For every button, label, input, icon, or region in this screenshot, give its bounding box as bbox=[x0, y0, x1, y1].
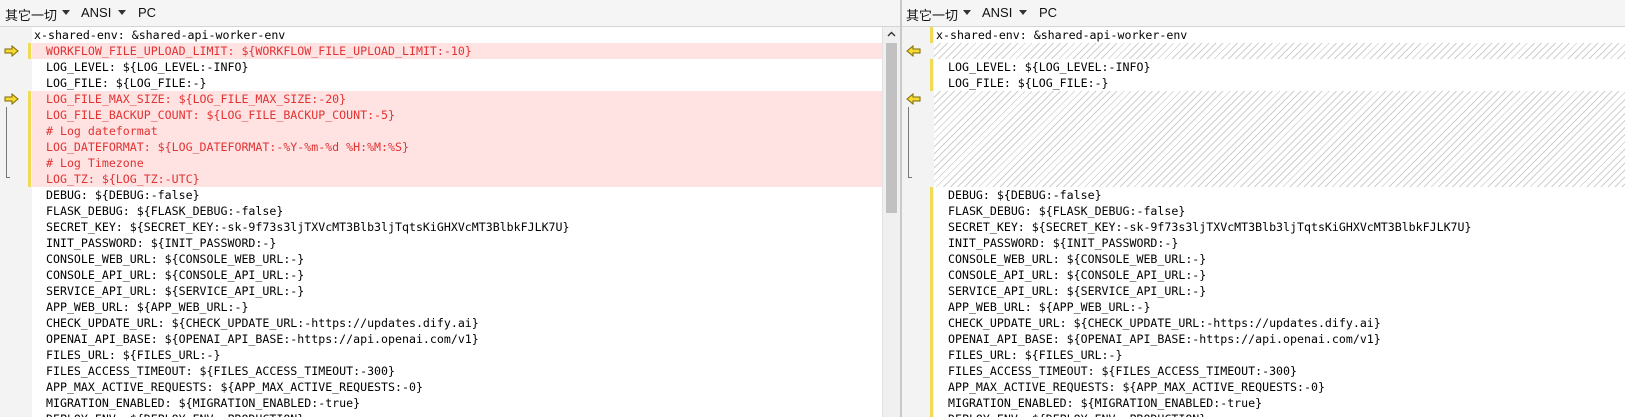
diff-block-marker bbox=[908, 177, 912, 178]
left-code-view[interactable]: x-shared-env: &shared-api-worker-env WORK… bbox=[32, 27, 883, 417]
code-line: DEPLOY_ENV: ${DEPLOY_ENV:-PRODUCTION} bbox=[32, 411, 883, 417]
code-line: LOG_FILE: ${LOG_FILE:-} bbox=[46, 76, 207, 90]
code-line: LOG_LEVEL: ${LOG_LEVEL:-INFO} bbox=[46, 60, 249, 74]
code-line: FILES_ACCESS_TIMEOUT: ${FILES_ACCESS_TIM… bbox=[948, 364, 1298, 378]
code-line: SECRET_KEY: ${SECRET_KEY:-sk-9f73s3ljTXV… bbox=[46, 220, 570, 234]
code-line-changed: WORKFLOW_FILE_UPLOAD_LIMIT: ${WORKFLOW_F… bbox=[32, 43, 883, 59]
code-line: OPENAI_API_BASE: ${OPENAI_API_BASE:-http… bbox=[948, 332, 1381, 346]
right-encoding-menu[interactable]: 其它一切 bbox=[906, 5, 958, 24]
code-line-header: x-shared-env: &shared-api-worker-env bbox=[936, 28, 1188, 42]
change-bar bbox=[930, 27, 933, 43]
code-line: INIT_PASSWORD: ${INIT_PASSWORD:-} bbox=[46, 236, 277, 250]
code-line-changed: # Log Timezone bbox=[32, 155, 883, 171]
left-charset-menu[interactable]: ANSI bbox=[81, 5, 111, 20]
code-line: DEBUG: ${DEBUG:-false} bbox=[46, 188, 200, 202]
code-line: DEBUG: ${DEBUG:-false} bbox=[948, 188, 1102, 202]
code-line: APP_MAX_ACTIVE_REQUESTS: ${APP_MAX_ACTIV… bbox=[46, 380, 423, 394]
diff-arrow-left-icon[interactable] bbox=[906, 93, 921, 105]
chevron-down-icon[interactable] bbox=[1019, 10, 1027, 15]
code-line: SERVICE_API_URL: ${SERVICE_API_URL:-} bbox=[948, 284, 1207, 298]
code-line: CHECK_UPDATE_URL: ${CHECK_UPDATE_URL:-ht… bbox=[948, 316, 1381, 330]
code-line: CONSOLE_WEB_URL: ${CONSOLE_WEB_URL:-} bbox=[46, 252, 305, 266]
change-bar bbox=[28, 43, 31, 59]
scroll-up-icon[interactable] bbox=[887, 30, 896, 39]
code-line: APP_WEB_URL: ${APP_WEB_URL:-} bbox=[46, 300, 249, 314]
code-line: MIGRATION_ENABLED: ${MIGRATION_ENABLED:-… bbox=[46, 396, 361, 410]
left-gutter bbox=[0, 27, 32, 417]
code-line: APP_MAX_ACTIVE_REQUESTS: ${APP_MAX_ACTIV… bbox=[948, 380, 1325, 394]
right-line-endings-label[interactable]: PC bbox=[1039, 5, 1057, 20]
diff-block-marker bbox=[6, 177, 10, 178]
diff-block-marker bbox=[6, 107, 7, 177]
left-toolbar: 其它一切 ANSI PC bbox=[0, 0, 900, 27]
right-toolbar: 其它一切 ANSI PC bbox=[902, 0, 1625, 27]
code-line: CHECK_UPDATE_URL: ${CHECK_UPDATE_URL:-ht… bbox=[46, 316, 479, 330]
right-code-view[interactable]: x-shared-env: &shared-api-worker-env LOG_… bbox=[934, 27, 1625, 417]
left-encoding-menu[interactable]: 其它一切 bbox=[5, 5, 57, 24]
code-line: SECRET_KEY: ${SECRET_KEY:-sk-9f73s3ljTXV… bbox=[948, 220, 1472, 234]
code-line: MIGRATION_ENABLED: ${MIGRATION_ENABLED:-… bbox=[948, 396, 1263, 410]
code-line: FILES_ACCESS_TIMEOUT: ${FILES_ACCESS_TIM… bbox=[46, 364, 396, 378]
diff-arrow-left-icon[interactable] bbox=[906, 45, 921, 57]
code-line: SERVICE_API_URL: ${SERVICE_API_URL:-} bbox=[46, 284, 305, 298]
code-line: LOG_LEVEL: ${LOG_LEVEL:-INFO} bbox=[948, 60, 1151, 74]
code-line: FILES_URL: ${FILES_URL:-} bbox=[46, 348, 221, 362]
left-line-endings-label[interactable]: PC bbox=[138, 5, 156, 20]
code-line: CONSOLE_WEB_URL: ${CONSOLE_WEB_URL:-} bbox=[948, 252, 1207, 266]
code-line-changed: LOG_FILE_BACKUP_COUNT: ${LOG_FILE_BACKUP… bbox=[32, 107, 883, 123]
change-bar bbox=[930, 187, 933, 417]
change-bar bbox=[930, 59, 933, 91]
code-line: CONSOLE_API_URL: ${CONSOLE_API_URL:-} bbox=[46, 268, 305, 282]
code-line: DEPLOY_ENV: ${DEPLOY_ENV:-PRODUCTION} bbox=[934, 411, 1625, 417]
code-line-changed: LOG_FILE_MAX_SIZE: ${LOG_FILE_MAX_SIZE:-… bbox=[32, 91, 883, 107]
diff-arrow-right-icon[interactable] bbox=[4, 45, 19, 57]
left-file-pane: 其它一切 ANSI PC x-shared-env: &shared-api-w… bbox=[0, 0, 900, 417]
diff-gap-hatch bbox=[934, 91, 1625, 187]
code-line: CONSOLE_API_URL: ${CONSOLE_API_URL:-} bbox=[948, 268, 1207, 282]
diff-block-marker bbox=[908, 107, 909, 177]
code-line: LOG_FILE: ${LOG_FILE:-} bbox=[948, 76, 1109, 90]
chevron-down-icon[interactable] bbox=[963, 10, 971, 15]
change-bar bbox=[28, 91, 31, 187]
diff-gap-hatch bbox=[934, 43, 1625, 59]
chevron-down-icon[interactable] bbox=[118, 10, 126, 15]
code-line: INIT_PASSWORD: ${INIT_PASSWORD:-} bbox=[948, 236, 1179, 250]
chevron-down-icon[interactable] bbox=[62, 10, 70, 15]
code-line-changed: LOG_TZ: ${LOG_TZ:-UTC} bbox=[32, 171, 883, 187]
code-line: APP_WEB_URL: ${APP_WEB_URL:-} bbox=[948, 300, 1151, 314]
code-line-changed: # Log dateformat bbox=[32, 123, 883, 139]
left-vertical-scrollbar[interactable] bbox=[882, 27, 900, 417]
right-charset-menu[interactable]: ANSI bbox=[982, 5, 1012, 20]
code-line: FLASK_DEBUG: ${FLASK_DEBUG:-false} bbox=[46, 204, 284, 218]
code-line: FLASK_DEBUG: ${FLASK_DEBUG:-false} bbox=[948, 204, 1186, 218]
scroll-thumb[interactable] bbox=[886, 43, 897, 213]
diff-arrow-right-icon[interactable] bbox=[4, 93, 19, 105]
code-line-changed: LOG_DATEFORMAT: ${LOG_DATEFORMAT:-%Y-%m-… bbox=[32, 139, 883, 155]
code-line-header: x-shared-env: &shared-api-worker-env bbox=[34, 28, 286, 42]
code-line: FILES_URL: ${FILES_URL:-} bbox=[948, 348, 1123, 362]
right-file-pane: 其它一切 ANSI PC x-shared-env: &shared-api-w… bbox=[902, 0, 1625, 417]
code-line: OPENAI_API_BASE: ${OPENAI_API_BASE:-http… bbox=[46, 332, 479, 346]
right-gutter bbox=[902, 27, 934, 417]
